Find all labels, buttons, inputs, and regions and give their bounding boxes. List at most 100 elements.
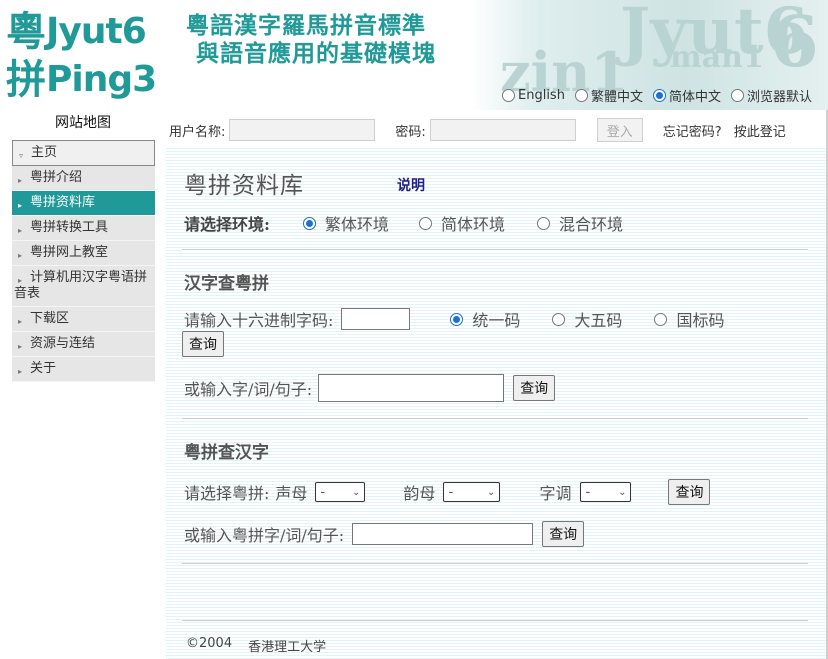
section-divider	[182, 563, 808, 565]
bullet-triangle-icon: ▸	[18, 176, 23, 185]
chevron-down-icon: ⌄	[352, 486, 361, 498]
sidebar-item-label: 资源与连结	[30, 336, 96, 351]
logo-char-ping: 拼	[6, 56, 46, 103]
env-option-label: 繁体环境	[324, 215, 389, 234]
forgot-password-link[interactable]: 忘记密码?	[663, 121, 722, 140]
main-content: 粤拼资料库 说明 请选择环境: 繁体环境 简体环境 混合环境 汉字查粤拼 请输入…	[166, 146, 826, 659]
username-input[interactable]	[229, 119, 376, 141]
final-select[interactable]: - ⌄	[443, 482, 501, 502]
text-query-label: 或输入字/词/句子:	[184, 380, 313, 399]
organization-name: 香港理工大学	[248, 640, 327, 655]
encoding-option-big5[interactable]: 大五码	[552, 307, 622, 331]
sidebar-item-label: 计算机用汉字粤语拼	[30, 270, 148, 285]
sidebar-item-home[interactable]: ▿ 主页	[12, 140, 155, 166]
tone-select-value: -	[585, 484, 591, 500]
bullet-triangle-icon: ▸	[18, 276, 23, 285]
bullet-triangle-icon: ▸	[18, 201, 23, 210]
sidebar-item-about[interactable]: ▸ 关于	[12, 357, 155, 382]
radio-big5[interactable]	[552, 312, 566, 326]
lang-option-traditional[interactable]: 繁體中文	[574, 86, 643, 105]
jyutping-logo[interactable]: 粵 Jyut6 拼 Ping3	[6, 8, 166, 104]
radio-browser-default[interactable]	[730, 89, 744, 102]
radio-english[interactable]	[502, 89, 515, 102]
final-select-value: -	[448, 484, 454, 500]
bullet-triangle-icon: ▸	[18, 317, 23, 326]
encoding-option-gb[interactable]: 国标码	[654, 307, 724, 331]
sidebar-item-classroom[interactable]: ▸ 粤拼网上教室	[12, 241, 155, 266]
help-link[interactable]: 说明	[397, 175, 425, 195]
site-tagline: 粵語漢字羅馬拼音標準 與語音應用的基礎模塊	[186, 12, 436, 68]
page-footer: ©2004 香港理工大学	[186, 636, 326, 655]
encoding-label: 统一码	[472, 311, 521, 330]
radio-env-mixed[interactable]	[536, 216, 550, 230]
radio-env-traditional[interactable]	[302, 216, 316, 230]
tone-label: 字调	[539, 484, 572, 503]
sidebar-item-label: 关于	[30, 361, 57, 376]
sidebar-item-label: 粤拼资料库	[30, 195, 96, 210]
lang-option-english[interactable]: English	[502, 86, 565, 105]
language-selector: English 繁體中文 简体中文 浏览器默认	[502, 86, 812, 105]
final-label: 韵母	[403, 484, 436, 503]
radio-simplified[interactable]	[652, 89, 666, 102]
chevron-down-icon: ⌄	[618, 486, 627, 498]
page-title: 粤拼资料库	[184, 173, 304, 199]
radio-env-simplified[interactable]	[418, 216, 432, 230]
env-option-mixed[interactable]: 混合环境	[536, 211, 623, 235]
sidebar-item-label: 主页	[31, 145, 58, 160]
radio-traditional[interactable]	[574, 89, 588, 102]
env-option-traditional[interactable]: 繁体环境	[302, 211, 389, 235]
password-input[interactable]	[429, 119, 576, 141]
sidebar-item-database[interactable]: ▸ 粤拼资料库	[12, 191, 155, 216]
text-query-button[interactable]: 查询	[513, 375, 556, 401]
radio-unicode[interactable]	[450, 312, 464, 326]
watermark-text: 6	[770, 0, 819, 83]
lang-label: English	[518, 88, 565, 103]
jyutping-lookup-title: 粤拼查汉字	[184, 443, 269, 463]
sidebar-nav: ▿ 主页 ▸ 粤拼介绍 ▸ 粤拼资料库 ▸ 粤拼转换工具 ▸ 粤拼网上教室 ▸ …	[12, 140, 155, 382]
site-header: Jyut6 zin1 man1 6 粵 Jyut6 拼 Ping3 粵語漢字羅馬…	[0, 0, 828, 110]
hex-query-button[interactable]: 查询	[182, 331, 224, 357]
initial-label: 声母	[275, 484, 308, 503]
tone-select[interactable]: - ⌄	[580, 482, 632, 502]
jyutping-select-query-button[interactable]: 查询	[668, 479, 711, 505]
sidebar-item-resources[interactable]: ▸ 资源与连结	[12, 332, 155, 357]
env-option-label: 简体环境	[440, 215, 505, 234]
sidebar-item-computer-table[interactable]: ▸ 计算机用汉字粤语拼 音表	[12, 266, 155, 307]
chevron-down-icon: ⌄	[487, 486, 496, 498]
section-divider	[182, 249, 808, 251]
jyutping-text-input[interactable]	[352, 523, 534, 545]
sidebar-item-label: 下载区	[30, 311, 70, 326]
bullet-triangle-icon: ▸	[18, 251, 23, 260]
jyutping-text-label: 或输入粤拼字/词/句子:	[184, 526, 345, 545]
environment-row: 请选择环境: 繁体环境 简体环境 混合环境	[184, 211, 623, 235]
logo-text-jyut6: Jyut6	[46, 11, 147, 52]
initial-select[interactable]: - ⌄	[315, 482, 366, 502]
hex-code-input[interactable]	[341, 308, 411, 330]
sidebar-item-intro[interactable]: ▸ 粤拼介绍	[12, 166, 155, 191]
expand-triangle-icon: ▿	[19, 151, 24, 160]
env-option-simplified[interactable]: 简体环境	[418, 211, 505, 235]
login-button[interactable]: 登入	[596, 118, 643, 142]
jyutping-select-label: 请选择粤拼:	[184, 484, 270, 503]
environment-label: 请选择环境:	[184, 215, 270, 234]
tagline-line1: 粵語漢字羅馬拼音標準	[186, 13, 426, 39]
sidebar-item-converter[interactable]: ▸ 粤拼转换工具	[12, 216, 155, 241]
encoding-label: 国标码	[676, 311, 725, 330]
sidebar-item-download[interactable]: ▸ 下载区	[12, 307, 155, 332]
encoding-option-unicode[interactable]: 统一码	[450, 307, 520, 331]
sitemap-link[interactable]: 网站地图	[0, 112, 166, 132]
bullet-triangle-icon: ▸	[18, 367, 23, 376]
radio-gb[interactable]	[654, 312, 668, 326]
text-query-input[interactable]	[318, 374, 505, 402]
initial-select-value: -	[320, 484, 326, 500]
lang-label: 简体中文	[668, 90, 721, 105]
jyutping-text-query-button[interactable]: 查询	[542, 521, 585, 547]
lang-option-simplified[interactable]: 简体中文	[652, 86, 721, 105]
sidebar-item-label-cont: 音表	[14, 286, 41, 301]
section-divider	[182, 418, 808, 420]
lang-option-browser-default[interactable]: 浏览器默认	[730, 86, 812, 105]
register-link[interactable]: 按此登记	[734, 121, 786, 140]
sidebar-item-label: 粤拼转换工具	[30, 220, 109, 235]
login-bar: 用户名称: 密码: 登入 忘记密码? 按此登记	[166, 116, 828, 144]
copyright-text: ©2004	[186, 636, 233, 651]
